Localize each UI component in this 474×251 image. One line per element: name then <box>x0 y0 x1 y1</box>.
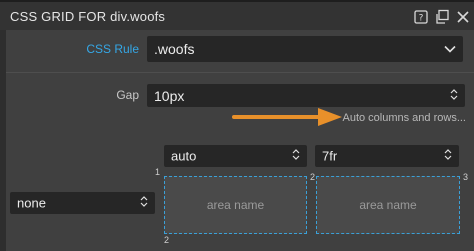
grid-area-cell[interactable]: area name <box>164 176 307 234</box>
panel-title: CSS GRID FOR div.woofs <box>10 9 166 24</box>
grid-line-number: 3 <box>463 172 469 182</box>
up-down-arrows-icon <box>450 88 458 103</box>
row-1-select[interactable]: none <box>10 192 155 214</box>
gap-label: Gap <box>116 88 139 102</box>
undock-icon[interactable] <box>433 8 451 26</box>
area-name: area name <box>359 198 417 212</box>
column-2-select[interactable]: 7fr <box>315 145 459 167</box>
up-down-arrows-icon <box>444 149 452 164</box>
up-down-arrows-icon <box>292 149 300 164</box>
help-icon[interactable]: ? <box>412 8 430 26</box>
area-name: area name <box>206 198 265 212</box>
css-grid-panel: CSS GRID FOR div.woofs ? CSS Rule .woofs <box>0 0 474 251</box>
up-down-arrows-icon <box>140 196 148 211</box>
row-1-value: none <box>17 195 46 211</box>
svg-text:?: ? <box>419 14 424 24</box>
grid-line-number: 2 <box>164 235 170 245</box>
column-1-value: auto <box>171 148 197 164</box>
column-2-value: 7fr <box>322 148 338 164</box>
grid-line-number: 2 <box>310 172 316 182</box>
gap-select[interactable]: 10px <box>147 84 465 107</box>
css-rule-select[interactable]: .woofs <box>147 36 463 62</box>
css-rule-label: CSS Rule <box>86 42 139 56</box>
auto-columns-rows-link[interactable]: Auto columns and rows... <box>340 112 466 124</box>
css-rule-value: .woofs <box>154 41 195 57</box>
gap-value: 10px <box>154 87 185 104</box>
panel-header: CSS GRID FOR div.woofs ? <box>0 0 474 30</box>
close-icon[interactable] <box>454 8 472 26</box>
panel-left-edge <box>0 30 6 251</box>
grid-line-number: 1 <box>155 167 161 177</box>
grid-area-cell[interactable]: area name <box>316 176 460 234</box>
arrow-right-icon <box>230 106 346 133</box>
column-1-select[interactable]: auto <box>164 145 307 167</box>
section-divider <box>6 72 474 73</box>
chevron-down-icon <box>444 42 456 57</box>
